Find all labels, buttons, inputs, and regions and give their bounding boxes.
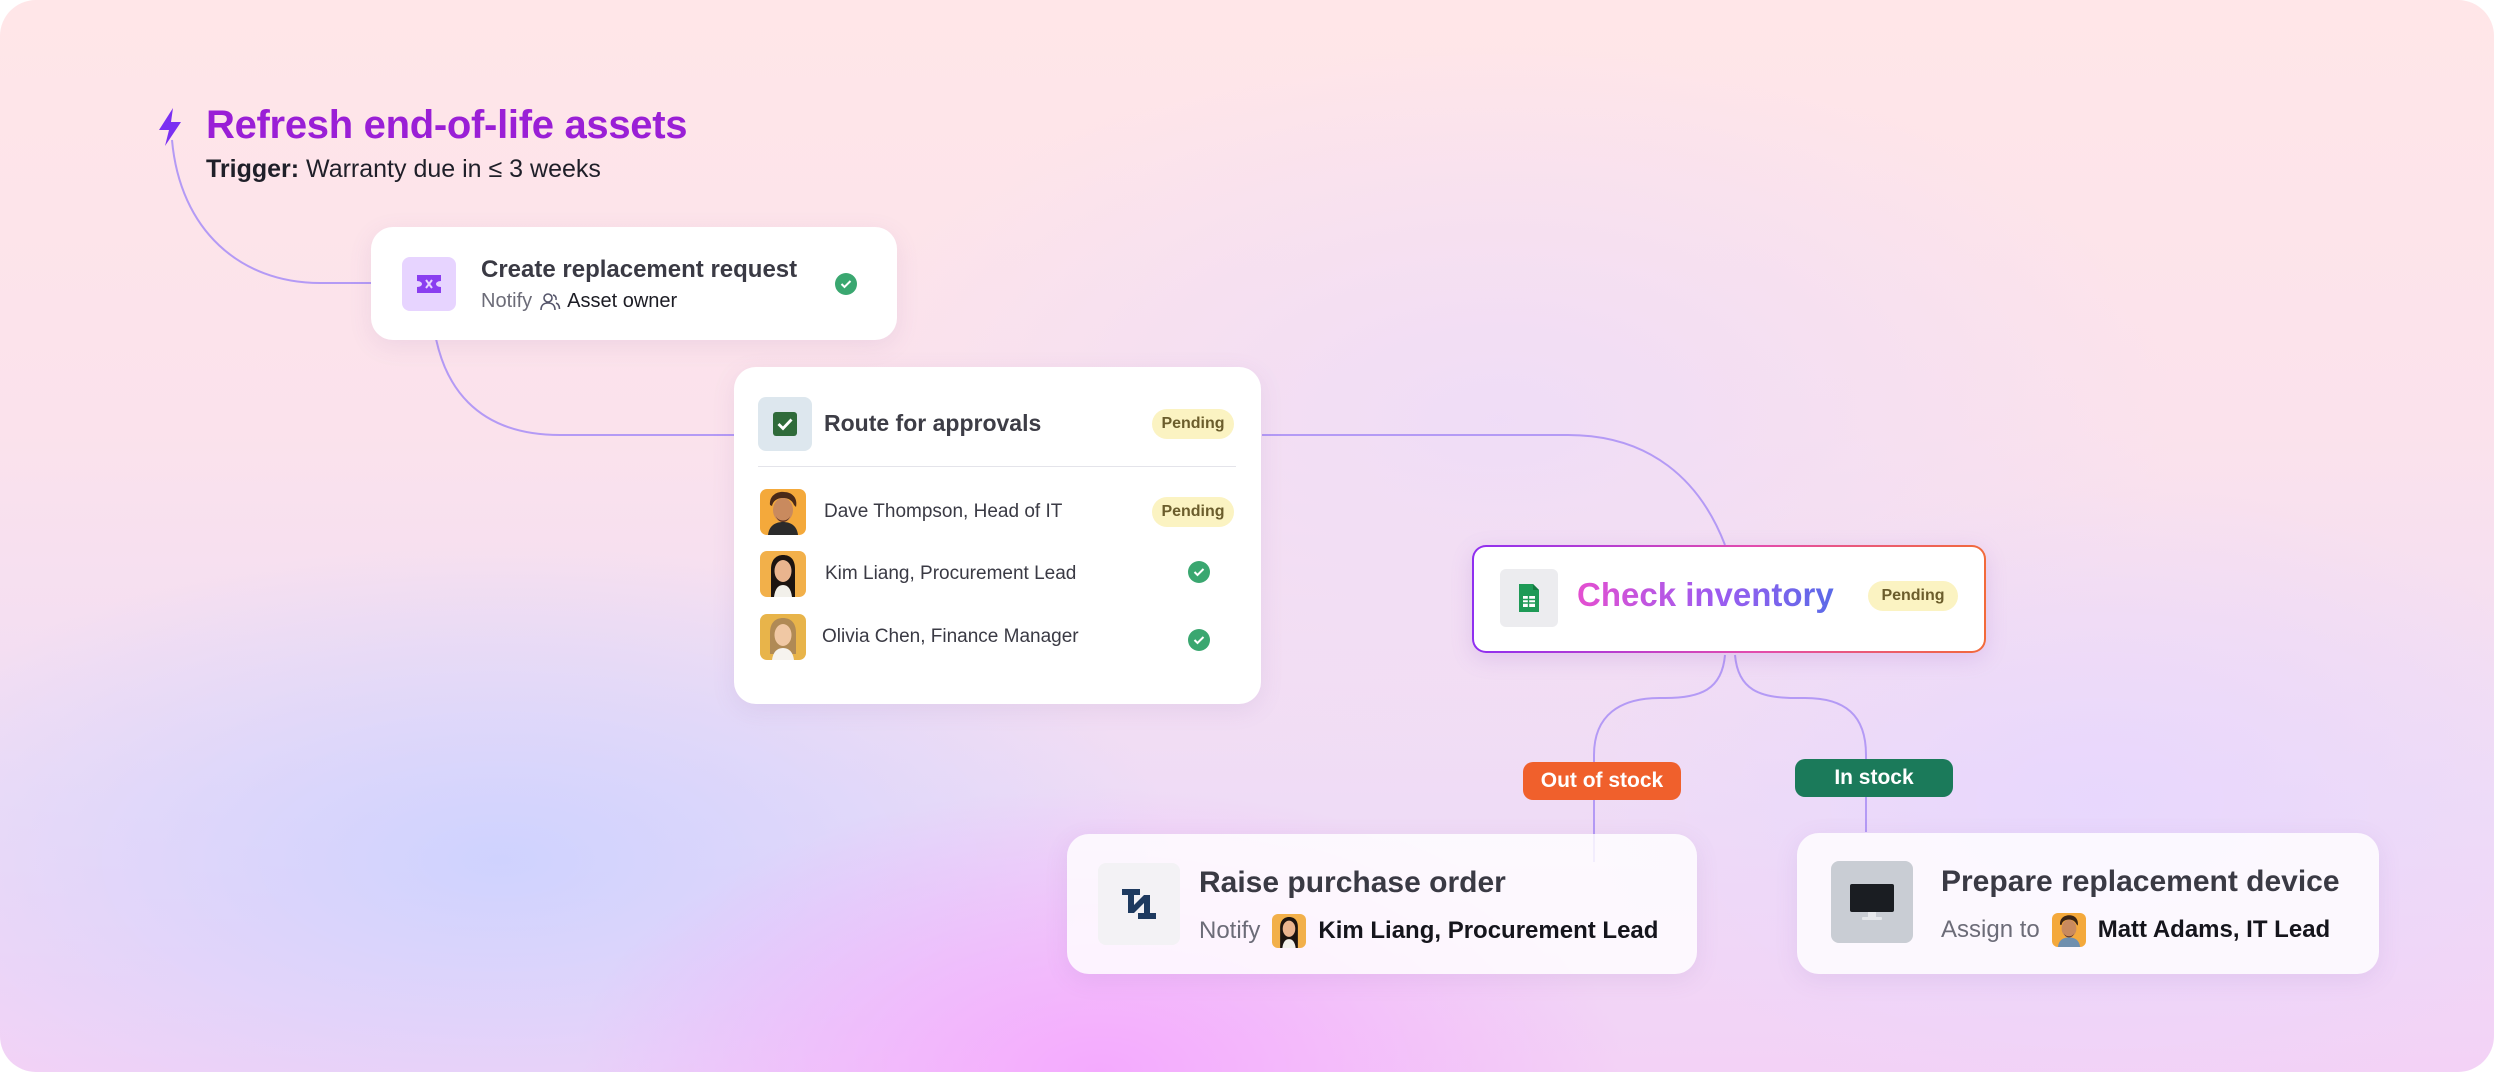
approver-name-olivia: Olivia Chen, Finance Manager [822, 626, 1079, 647]
inventory-card-body: Check inventory Pending [1474, 547, 1984, 651]
approver-status-badge-dave: Pending [1152, 497, 1234, 527]
create-request-title: Create replacement request [481, 256, 798, 283]
inventory-card[interactable]: Check inventory Pending [1472, 545, 1986, 653]
approver-name-kim: Kim Liang, Procurement Lead [825, 563, 1077, 584]
prepare-device-assign: Assign to Matt Adams, IT Lead [1941, 913, 2330, 947]
avatar-dave-thompson [760, 489, 806, 535]
out-of-stock-tag: Out of stock [1523, 762, 1681, 800]
avatar-matt-adams [2051, 913, 2086, 947]
monitor-icon [1850, 884, 1894, 920]
in-stock-tag: In stock [1795, 759, 1953, 797]
prepare-device-card[interactable]: Prepare replacement device Assign to Mat… [1797, 833, 2379, 974]
spreadsheet-icon [1519, 584, 1539, 612]
complete-check-icon [835, 273, 857, 295]
approvals-title: Route for approvals [824, 410, 1042, 436]
approvals-status-badge: Pending [1152, 409, 1234, 439]
purchase-order-card[interactable]: Raise purchase order Notify Kim Liang, P… [1067, 834, 1697, 974]
notify-label: Notify [1199, 917, 1261, 944]
workflow-title: Refresh end-of-life assets [206, 103, 688, 147]
netsuite-logo-icon [1122, 889, 1156, 919]
approvals-divider [758, 466, 1236, 467]
inventory-title: Check inventory [1577, 576, 1834, 613]
inventory-status-badge: Pending [1868, 581, 1958, 611]
approvals-card[interactable]: Route for approvals Pending Dave Thompso… [734, 367, 1261, 704]
create-request-card[interactable]: Create replacement request Notify Asset … [371, 227, 897, 340]
spreadsheet-icon-box [1500, 569, 1558, 627]
netsuite-icon-box [1098, 863, 1180, 945]
trigger-label: Trigger: [206, 155, 300, 183]
connector-inventory-to-out-of-stock [1593, 654, 1726, 862]
approver-name-dave: Dave Thompson, Head of IT [824, 501, 1063, 522]
ticket-icon-box [402, 257, 456, 311]
workflow-canvas: Refresh end-of-life assets Trigger: Warr… [0, 0, 2494, 1072]
connector-approvals-to-inventory [1262, 434, 1726, 546]
monitor-icon-box [1831, 861, 1913, 943]
avatar-olivia-chen [760, 614, 806, 660]
approved-check-icon-kim [1188, 561, 1210, 583]
create-request-notify: Notify Asset owner [481, 290, 677, 313]
avatar-kim-liang [760, 551, 806, 597]
connector-inventory-to-in-stock [1734, 654, 1867, 832]
lightning-bolt-icon [159, 108, 181, 146]
checkbox-icon-box [758, 397, 812, 451]
workflow-trigger: Trigger: Warranty due in ≤ 3 weeks [206, 155, 601, 184]
prepare-device-title: Prepare replacement device [1941, 865, 2340, 898]
approved-check-icon-olivia [1188, 629, 1210, 651]
purchase-order-recipient: Kim Liang, Procurement Lead [1318, 917, 1659, 944]
notify-label: Notify [481, 290, 533, 312]
people-icon [540, 292, 561, 310]
avatar-kim-liang-small [1272, 914, 1307, 948]
recipient-asset-owner: Asset owner [567, 290, 678, 312]
purchase-order-title: Raise purchase order [1199, 866, 1506, 899]
prepare-device-assignee: Matt Adams, IT Lead [2097, 916, 2331, 943]
trigger-value: Warranty due in ≤ 3 weeks [306, 155, 601, 183]
checkbox-icon [773, 412, 797, 436]
assign-label: Assign to [1941, 916, 2040, 943]
ticket-icon [417, 275, 441, 293]
purchase-order-notify: Notify Kim Liang, Procurement Lead [1199, 914, 1658, 948]
